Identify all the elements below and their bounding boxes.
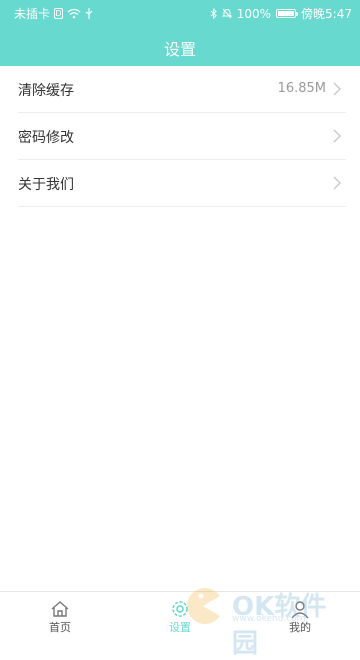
status-bar: 未插卡 D 100% 傍晚5:47 bbox=[0, 0, 360, 24]
watermark: OK软件园 www.okehu.com bbox=[182, 586, 352, 659]
status-right: 100% 傍晚5:47 bbox=[210, 5, 352, 22]
settings-item-label: 清除缓存 bbox=[18, 83, 74, 99]
home-icon bbox=[51, 601, 69, 617]
chevron-right-icon bbox=[333, 176, 341, 190]
clock: 傍晚5:47 bbox=[301, 7, 352, 21]
cache-size-value: 16.85M bbox=[277, 81, 326, 96]
battery-icon bbox=[276, 9, 299, 18]
tab-home[interactable]: 首页 bbox=[0, 592, 120, 640]
settings-item-label: 密码修改 bbox=[18, 130, 74, 146]
chevron-right-icon bbox=[333, 82, 341, 96]
tab-label: 首页 bbox=[49, 621, 71, 634]
status-left: 未插卡 D bbox=[14, 5, 93, 22]
settings-item-label: 关于我们 bbox=[18, 177, 74, 193]
usb-icon bbox=[85, 8, 93, 19]
carrier-text: 未插卡 bbox=[14, 7, 51, 21]
settings-item-clear-cache[interactable]: 清除缓存 16.85M bbox=[18, 66, 346, 113]
page-title: 设置 bbox=[163, 40, 196, 59]
mute-icon bbox=[221, 8, 232, 19]
wifi-icon bbox=[67, 8, 81, 19]
chevron-right-icon bbox=[333, 129, 341, 143]
top-header: 未插卡 D 100% 傍晚5:47 设置 bbox=[0, 0, 360, 66]
settings-item-about-us[interactable]: 关于我们 bbox=[18, 160, 346, 207]
pacman-logo-icon bbox=[187, 588, 220, 624]
settings-list: 清除缓存 16.85M 密码修改 关于我们 bbox=[0, 66, 360, 207]
settings-item-change-password[interactable]: 密码修改 bbox=[18, 113, 346, 160]
watermark-url: www.okehu.com bbox=[232, 614, 306, 624]
bluetooth-icon bbox=[210, 8, 217, 19]
sim-icon: D bbox=[54, 8, 64, 19]
battery-percent: 100% bbox=[236, 6, 272, 21]
